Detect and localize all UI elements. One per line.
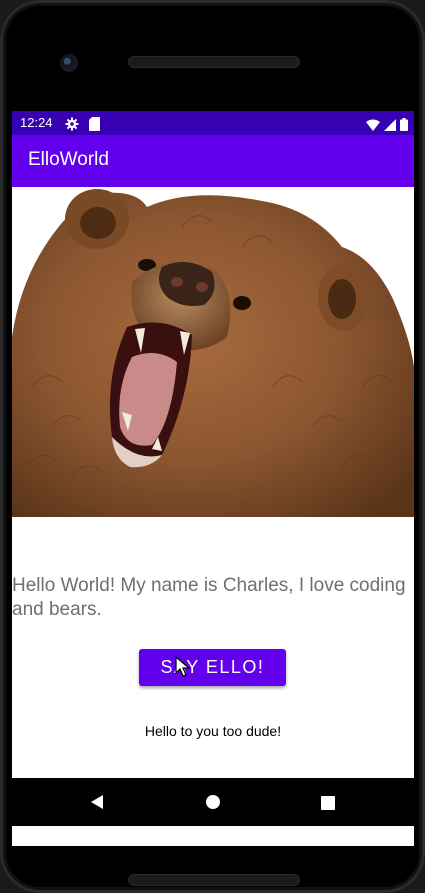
- say-ello-button[interactable]: SAY ELLO!: [139, 649, 286, 686]
- back-icon[interactable]: [89, 794, 105, 814]
- app-screen: 12:24 ElloWorld Hello World! My name is …: [12, 111, 414, 846]
- front-camera: [60, 54, 78, 72]
- phone-frame: 12:24 ElloWorld Hello World! My name is …: [0, 0, 425, 893]
- bear-photo: [12, 187, 414, 517]
- app-bar: ElloWorld: [12, 135, 414, 187]
- signal-icon: [384, 116, 396, 135]
- battery-icon: [400, 116, 408, 135]
- mouse-cursor-icon: [175, 655, 191, 682]
- navigation-bar: [12, 778, 414, 826]
- gear-icon: [65, 116, 79, 135]
- status-bar: 12:24: [12, 111, 414, 135]
- recents-icon[interactable]: [321, 795, 335, 814]
- greeting-text: Hello World! My name is Charles, I love …: [12, 575, 406, 620]
- bottom-speaker: [128, 874, 300, 886]
- wifi-icon: [366, 116, 380, 135]
- status-time: 12:24: [20, 115, 53, 130]
- sd-card-icon: [89, 116, 100, 135]
- earpiece-speaker: [128, 56, 300, 68]
- app-title: ElloWorld: [28, 149, 109, 170]
- response-text: Hello to you too dude!: [144, 723, 282, 739]
- home-icon[interactable]: [205, 794, 221, 814]
